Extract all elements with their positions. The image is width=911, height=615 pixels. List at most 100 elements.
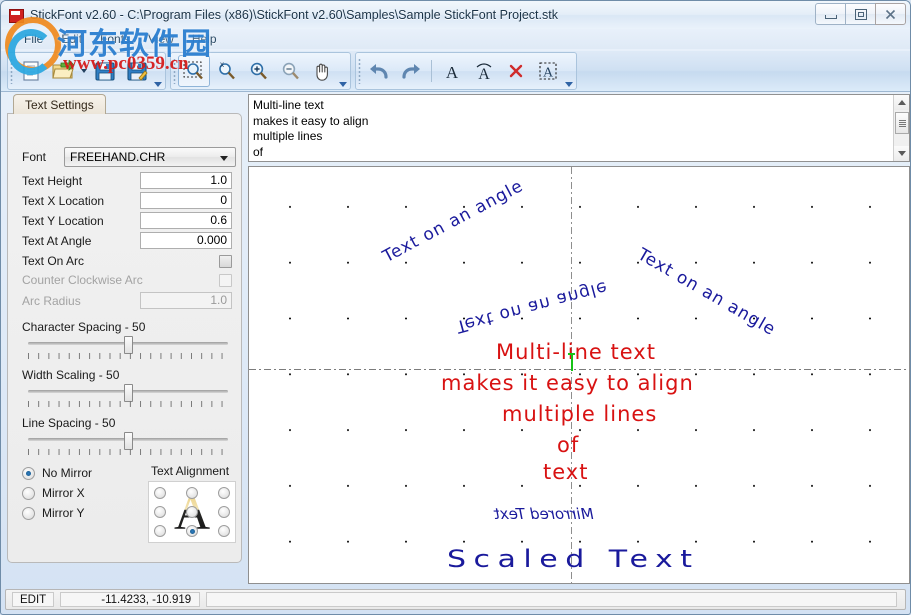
zoom-in-icon — [250, 62, 267, 80]
zoom-window-button[interactable] — [178, 55, 210, 87]
zoom-in-button[interactable] — [242, 55, 274, 87]
menu-file[interactable]: File — [15, 30, 52, 48]
canvas-red-line-3[interactable]: multiple lines — [502, 402, 657, 426]
text-height-input[interactable]: 1.0 — [140, 172, 232, 189]
align-bottom-right[interactable] — [218, 525, 230, 537]
scroll-up-button[interactable] — [894, 95, 909, 110]
width-scaling-label: Width Scaling - 50 — [22, 368, 120, 382]
file-group-expand[interactable] — [153, 53, 162, 89]
scroll-down-button[interactable] — [894, 146, 909, 161]
text-at-angle-input[interactable]: 0.000 — [140, 232, 232, 249]
save-as-button[interactable] — [121, 55, 153, 87]
letter-a-icon: A — [446, 63, 459, 82]
canvas-mirrored-text[interactable]: Mirrored Text — [494, 505, 594, 523]
radio-no-mirror[interactable] — [22, 466, 35, 480]
letter-a-arc-icon: A — [476, 63, 492, 82]
align-top-center[interactable] — [186, 487, 198, 499]
radio-mirror-y[interactable] — [22, 506, 35, 520]
toolbar: x A A A — [1, 51, 910, 92]
text-on-arc-button[interactable]: A — [468, 55, 500, 87]
align-bottom-left[interactable] — [154, 525, 166, 537]
close-button[interactable] — [875, 3, 906, 25]
slider-thumb[interactable] — [124, 384, 133, 402]
no-mirror-label: No Mirror — [42, 466, 92, 480]
slider-thumb[interactable] — [124, 336, 133, 354]
tab-text-settings[interactable]: Text Settings — [13, 94, 106, 114]
canvas-red-line-5[interactable]: text — [543, 460, 588, 484]
align-middle-center[interactable] — [186, 506, 198, 518]
text-alignment-label: Text Alignment — [151, 464, 230, 478]
zoom-out-button[interactable] — [274, 55, 306, 87]
redo-button[interactable] — [395, 55, 427, 87]
canvas-red-line-2[interactable]: makes it easy to align — [441, 371, 694, 395]
title-bar: StickFont v2.60 - C:\Program Files (x86)… — [1, 1, 910, 29]
menu-fonts[interactable]: Fonts — [91, 30, 139, 48]
menu-view[interactable]: View — [139, 30, 183, 48]
arc-radius-label: Arc Radius — [22, 293, 81, 308]
text-editor[interactable]: Multi-line text makes it easy to align m… — [248, 94, 910, 162]
view-group-expand[interactable] — [338, 53, 347, 89]
new-file-button[interactable] — [15, 55, 47, 87]
application-window: StickFont v2.60 - C:\Program Files (x86)… — [0, 0, 911, 615]
align-top-right[interactable] — [218, 487, 230, 499]
text-x-location-input[interactable]: 0 — [140, 192, 232, 209]
canvas-scaled-text[interactable]: Scaled Text — [447, 545, 699, 573]
undo-button[interactable] — [363, 55, 395, 87]
align-middle-left[interactable] — [154, 506, 166, 518]
text-on-arc-label: Text On Arc — [22, 254, 85, 268]
text-y-location-input[interactable]: 0.6 — [140, 212, 232, 229]
zoom-window-icon — [183, 61, 203, 80]
menu-bar: File Edit Fonts View Help — [1, 29, 910, 49]
line-spacing-label: Line Spacing - 50 — [22, 416, 116, 430]
chevron-down-icon — [220, 156, 228, 161]
menu-edit[interactable]: Edit — [52, 30, 91, 48]
maximize-button[interactable] — [845, 3, 876, 25]
text-on-arc-checkbox[interactable] — [219, 254, 232, 268]
open-folder-icon — [52, 60, 75, 79]
pan-button[interactable] — [306, 55, 338, 87]
hand-pan-icon — [316, 63, 328, 81]
canvas-red-line-1[interactable]: Multi-line text — [496, 340, 656, 364]
add-text-button[interactable]: A — [436, 55, 468, 87]
zoom-extents-button[interactable]: x — [210, 55, 242, 87]
radio-mirror-x[interactable] — [22, 486, 35, 500]
window-title: StickFont v2.60 - C:\Program Files (x86)… — [30, 8, 558, 22]
character-spacing-label: Character Spacing - 50 — [22, 320, 146, 334]
align-middle-right[interactable] — [218, 506, 230, 518]
toolbar-separator — [431, 60, 432, 82]
text-at-angle-label: Text At Angle — [22, 233, 92, 248]
minimize-button[interactable] — [815, 3, 846, 25]
font-select-value: FREEHAND.CHR — [70, 150, 166, 164]
new-document-icon — [23, 61, 39, 81]
align-bottom-center[interactable] — [186, 525, 198, 537]
select-text-button[interactable]: A — [532, 55, 564, 87]
open-recent-dropdown[interactable] — [79, 56, 89, 86]
status-coordinates: -11.4233, -10.919 — [60, 592, 201, 607]
svg-text:A: A — [446, 63, 459, 82]
text-editor-scrollbar[interactable] — [893, 95, 909, 161]
mirror-option-no-mirror[interactable]: No Mirror — [22, 466, 92, 480]
edit-group-expand[interactable] — [564, 53, 573, 89]
scrollbar-thumb[interactable] — [895, 112, 909, 134]
mirror-option-mirror-y[interactable]: Mirror Y — [22, 506, 84, 520]
save-button[interactable] — [89, 55, 121, 87]
window-controls — [815, 3, 906, 25]
origin-marker — [568, 353, 575, 371]
red-x-icon — [509, 64, 523, 78]
delete-text-button[interactable] — [500, 55, 532, 87]
canvas-red-line-4[interactable]: of — [557, 433, 579, 457]
close-icon — [885, 9, 896, 19]
font-select[interactable]: FREEHAND.CHR — [64, 147, 236, 167]
slider-thumb[interactable] — [124, 432, 133, 450]
slider-ticks — [28, 353, 228, 359]
open-file-button[interactable] — [47, 55, 79, 87]
mirror-option-mirror-x[interactable]: Mirror X — [22, 486, 85, 500]
drawing-canvas[interactable]: Text on an angle Text on an angle Text o… — [248, 166, 910, 584]
mirror-y-label: Mirror Y — [42, 506, 85, 520]
left-settings-panel: Text Settings Font FREEHAND.CHR Text Hei… — [7, 94, 244, 584]
slider-ticks — [28, 449, 228, 455]
menu-help[interactable]: Help — [183, 30, 226, 48]
text-settings-body: Font FREEHAND.CHR Text Height 1.0 Text X… — [7, 113, 242, 563]
svg-text:A: A — [543, 66, 554, 81]
align-top-left[interactable] — [154, 487, 166, 499]
